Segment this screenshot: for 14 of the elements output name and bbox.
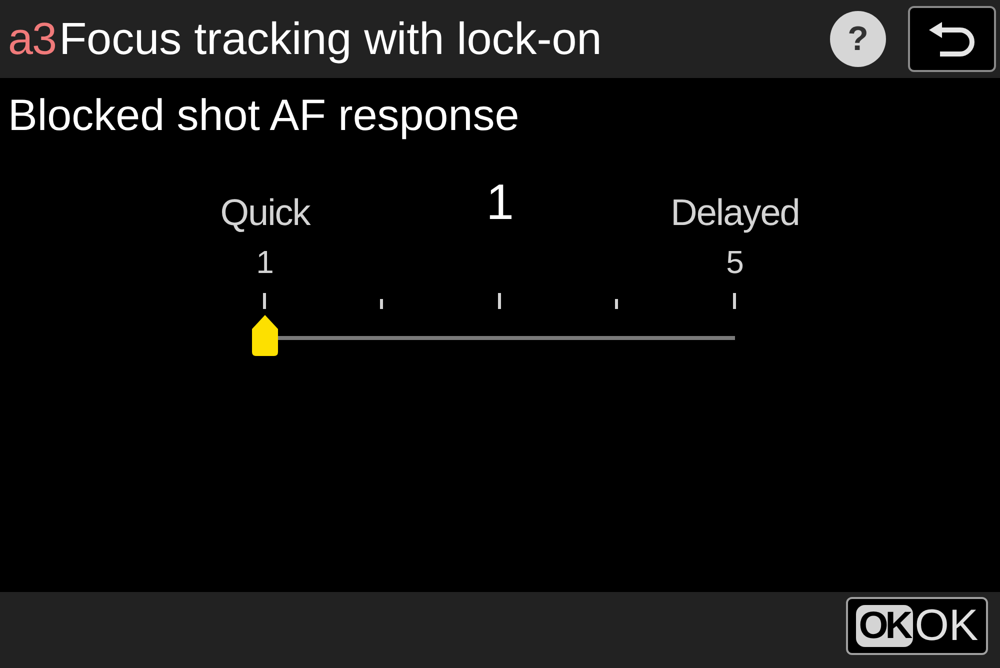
slider-thumb[interactable] [252, 315, 278, 356]
ok-button[interactable]: OKOK [846, 597, 988, 655]
ok-key-badge: OK [856, 605, 913, 647]
current-value: 1 [486, 176, 514, 228]
return-arrow-icon [928, 21, 976, 57]
setting-title: Blocked shot AF response [8, 92, 520, 140]
back-button[interactable] [908, 6, 996, 72]
menu-code: a3 [8, 14, 56, 64]
screen-title: Focus tracking with lock-on [59, 14, 602, 64]
scale-min-label: Quick [220, 192, 310, 234]
scale-min-number: 1 [256, 245, 274, 279]
scale-max-number: 5 [726, 245, 744, 279]
help-button[interactable]: ? [830, 11, 886, 67]
scale-max-label: Delayed [670, 192, 800, 234]
